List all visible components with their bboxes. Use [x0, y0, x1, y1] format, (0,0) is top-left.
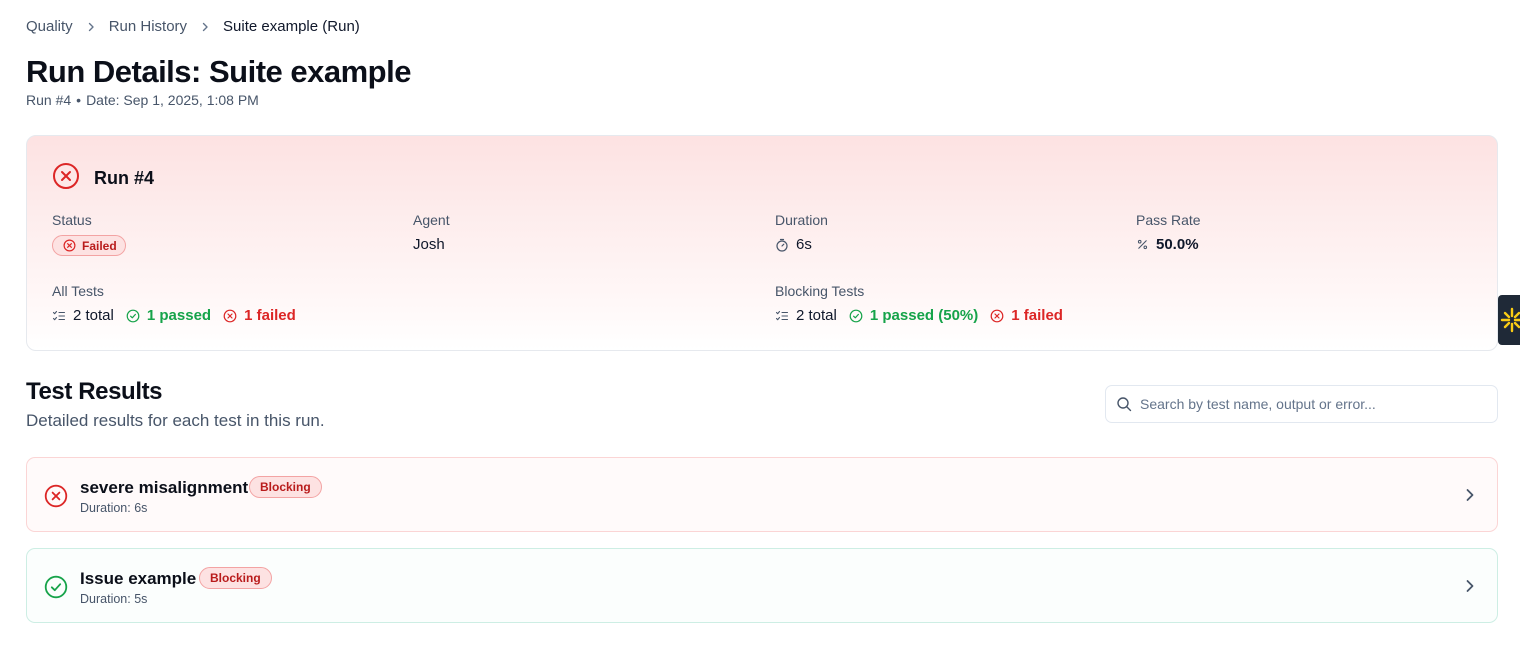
blocking-tests-stats: 2 total 1 passed (50%) 1 failed — [775, 307, 1075, 324]
all-tests-label: All Tests — [52, 283, 104, 299]
all-tests-failed: 1 failed — [223, 307, 296, 324]
agent-value: Josh — [413, 236, 445, 253]
page-subtitle: Run #4 • Date: Sep 1, 2025, 1:08 PM — [26, 92, 259, 108]
separator-dot: • — [76, 92, 82, 108]
search-icon — [1117, 397, 1132, 412]
all-tests-failed-text: 1 failed — [244, 307, 296, 324]
blocking-badge: Blocking — [249, 476, 322, 498]
test-duration: Duration: 5s — [80, 592, 148, 606]
blocking-tests-failed: 1 failed — [990, 307, 1063, 324]
pass-rate-label: Pass Rate — [1136, 212, 1201, 228]
test-name: Issue example — [80, 569, 197, 588]
duration-label: Duration — [775, 212, 828, 228]
check-circle-icon — [849, 309, 863, 322]
check-circle-icon — [126, 309, 140, 322]
list-checks-icon — [775, 310, 789, 320]
breadcrumb-link-quality[interactable]: Quality — [26, 18, 73, 35]
test-result-row[interactable]: severe misalignment Blocking Duration: 6… — [26, 457, 1498, 532]
check-circle-icon — [44, 575, 68, 604]
search-input[interactable] — [1140, 396, 1480, 412]
x-circle-icon — [52, 162, 80, 195]
all-tests-passed: 1 passed — [126, 307, 211, 324]
duration-text: 6s — [796, 236, 812, 253]
all-tests-total: 2 total — [52, 307, 114, 324]
run-number: Run #4 — [26, 92, 72, 108]
blocking-badge: Blocking — [199, 567, 272, 589]
run-date: Date: Sep 1, 2025, 1:08 PM — [86, 92, 259, 108]
blocking-tests-passed-text: 1 passed (50%) — [869, 307, 979, 324]
x-circle-icon — [63, 239, 76, 252]
search-box[interactable] — [1105, 385, 1498, 423]
feedback-side-tab[interactable] — [1498, 295, 1520, 345]
status-badge: Failed — [52, 235, 126, 256]
run-summary-card: Run #4 Status Failed Agent Josh Duration… — [26, 135, 1498, 351]
test-result-row[interactable]: Issue example Blocking Duration: 5s — [26, 548, 1498, 623]
chevron-right-icon — [73, 21, 109, 33]
stopwatch-icon — [776, 238, 788, 252]
run-card-header: Run #4 — [52, 162, 154, 195]
breadcrumb: Quality Run History Suite example (Run) — [26, 18, 360, 35]
all-tests-stats: 2 total 1 passed 1 failed — [52, 307, 308, 324]
blocking-tests-label: Blocking Tests — [775, 283, 865, 299]
duration-value: 6s — [775, 236, 812, 253]
chevron-right-icon — [187, 21, 223, 33]
list-checks-icon — [52, 310, 66, 320]
x-circle-icon — [990, 309, 1004, 322]
test-duration: Duration: 6s — [80, 501, 148, 515]
test-name: severe misalignment — [80, 478, 249, 497]
all-tests-total-text: 2 total — [73, 307, 114, 324]
status-value: Failed — [52, 235, 126, 256]
all-tests-passed-text: 1 passed — [146, 307, 212, 324]
pass-rate-value: 50.0% — [1136, 236, 1199, 253]
breadcrumb-link-run-history[interactable]: Run History — [109, 18, 187, 35]
results-title: Test Results — [26, 378, 163, 405]
page-title: Run Details: Suite example — [26, 54, 411, 89]
sparkle-icon — [1500, 307, 1520, 333]
results-subtitle: Detailed results for each test in this r… — [26, 411, 325, 430]
chevron-right-icon[interactable] — [1463, 577, 1477, 600]
status-badge-label: Failed — [82, 238, 117, 253]
x-circle-icon — [223, 309, 237, 322]
blocking-tests-passed: 1 passed (50%) — [849, 307, 978, 324]
blocking-tests-total: 2 total — [775, 307, 837, 324]
agent-label: Agent — [413, 212, 450, 228]
chevron-right-icon[interactable] — [1463, 486, 1477, 509]
pass-rate-text: 50.0% — [1156, 236, 1199, 253]
status-label: Status — [52, 212, 92, 228]
run-card-title: Run #4 — [94, 168, 155, 188]
percent-icon — [1137, 239, 1148, 250]
agent-name: Josh — [413, 236, 445, 253]
blocking-tests-failed-text: 1 failed — [1011, 307, 1063, 324]
x-circle-icon — [44, 484, 68, 513]
breadcrumb-current: Suite example (Run) — [223, 18, 360, 35]
blocking-tests-total-text: 2 total — [796, 307, 837, 324]
